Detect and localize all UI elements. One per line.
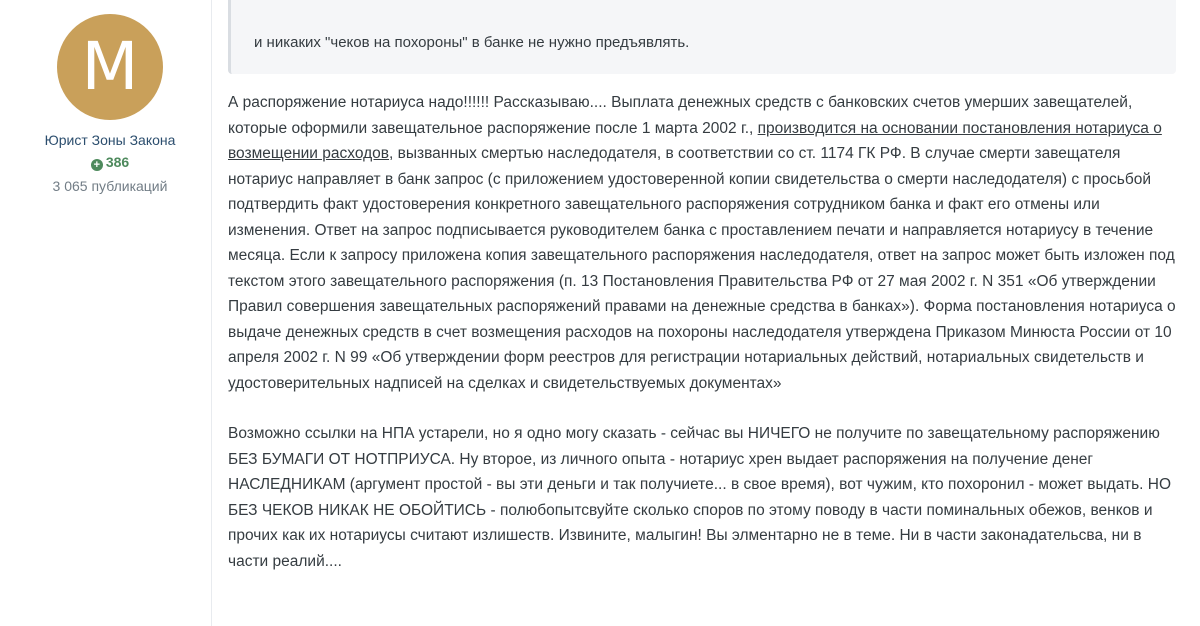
post-body: А распоряжение нотариуса надо!!!!!! Расс… [228, 90, 1180, 574]
post-paragraph-2: Возможно ссылки на НПА устарели, но я од… [228, 425, 1172, 570]
forum-post: M Юрист Зоны Закона +386 3 065 публикаци… [0, 0, 1200, 626]
post-paragraph-1: А распоряжение нотариуса надо!!!!!! Расс… [228, 90, 1180, 396]
quote-block: и никаких "чеков на похороны" в банке не… [228, 0, 1176, 74]
quote-text: и никаких "чеков на похороны" в банке не… [254, 34, 690, 51]
avatar[interactable]: M [57, 14, 163, 120]
reputation-value: 386 [105, 154, 130, 170]
post-content: и никаких "чеков на похороны" в банке не… [228, 0, 1180, 626]
plus-circle-icon: + [90, 159, 103, 171]
reputation-badge[interactable]: +386 [0, 154, 220, 171]
author-title: Юрист Зоны Закона [44, 132, 176, 148]
post-count: 3 065 публикаций [52, 178, 168, 194]
paragraph-text: , вызванных смертью наследодателя, в соо… [228, 145, 1176, 392]
author-panel: M Юрист Зоны Закона +386 3 065 публикаци… [0, 0, 212, 626]
